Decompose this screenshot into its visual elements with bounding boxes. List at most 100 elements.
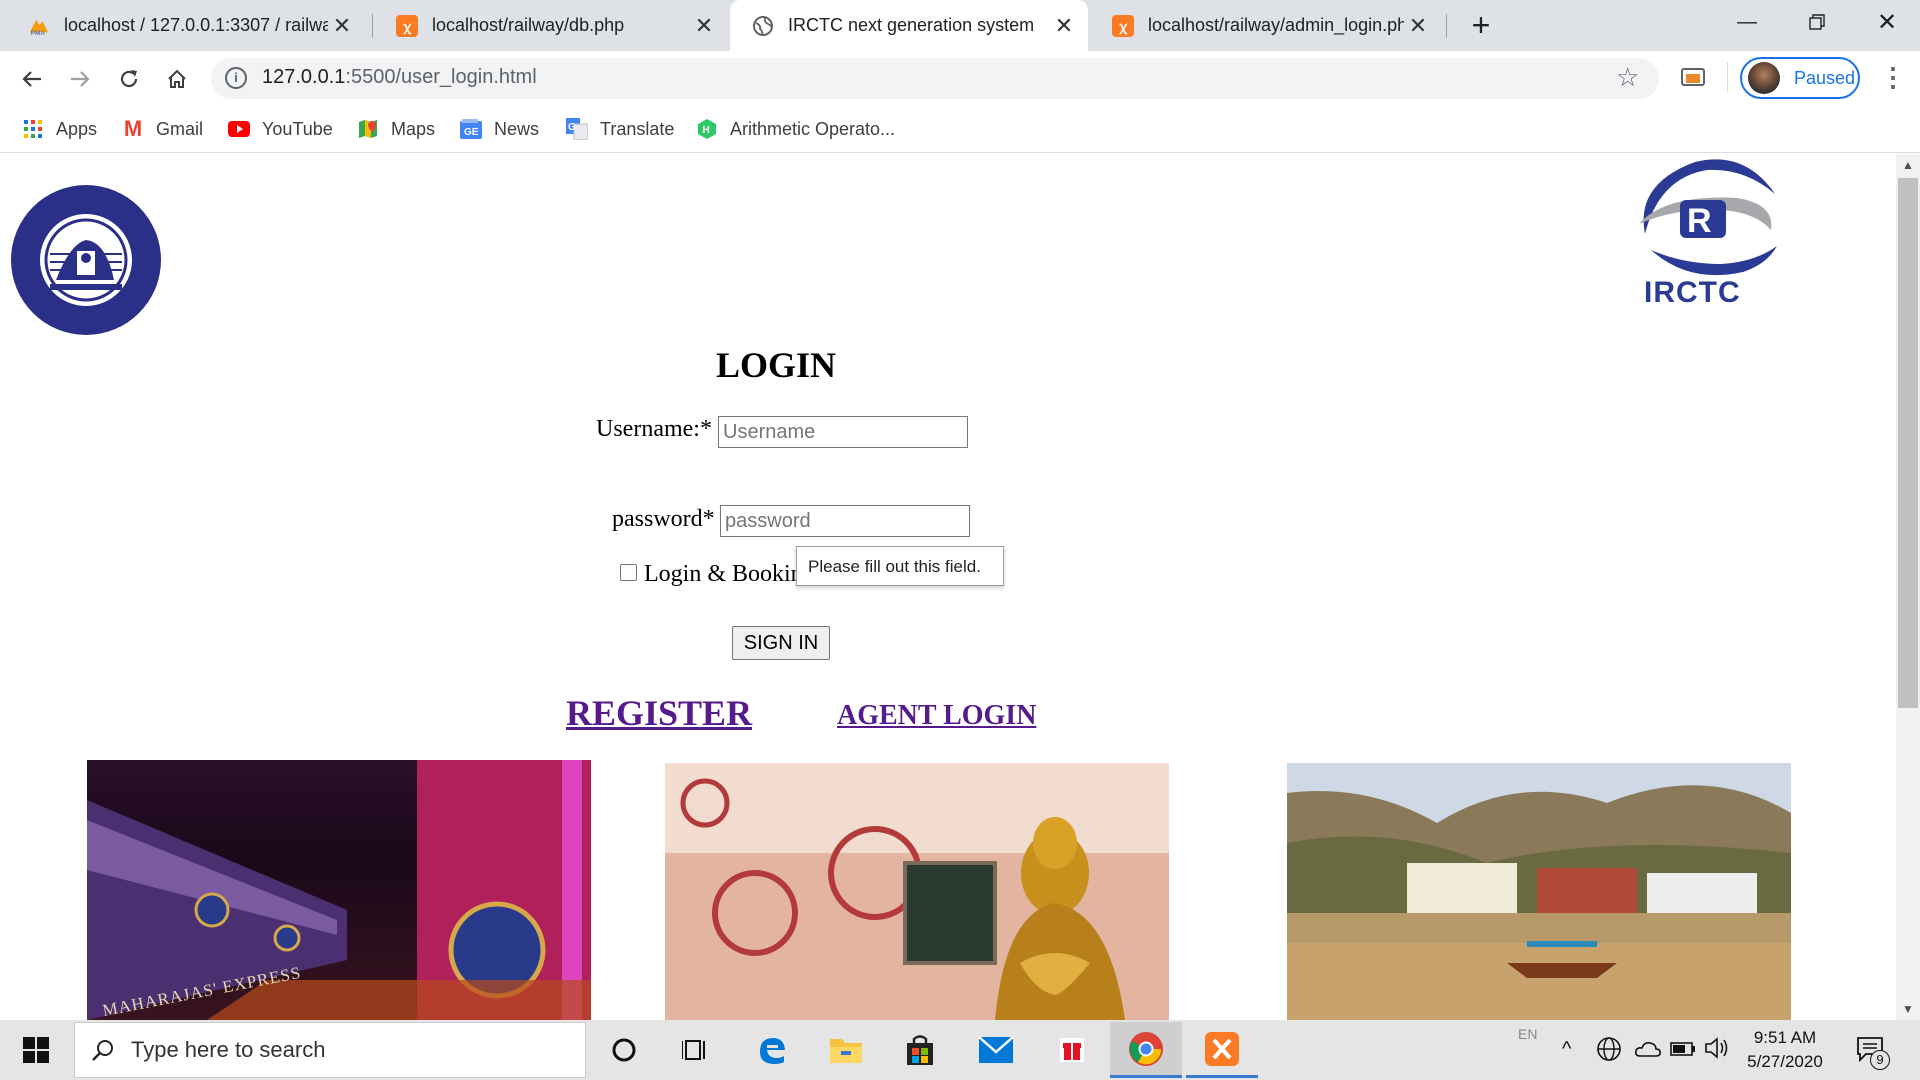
bookmark-translate[interactable]: G Translate <box>566 114 674 144</box>
bookmark-youtube[interactable]: YouTube <box>228 114 333 144</box>
password-input[interactable] <box>720 505 970 537</box>
search-icon <box>75 1038 131 1062</box>
minimize-button[interactable]: — <box>1712 0 1782 44</box>
validation-tooltip: Please fill out this field. <box>796 546 1004 586</box>
buddhist-circuit-train-photo <box>665 763 1169 1020</box>
info-icon[interactable]: i <box>225 67 247 89</box>
url-text[interactable]: 127.0.0.1:5500/user_login.html <box>262 66 537 89</box>
reload-button[interactable] <box>109 51 149 106</box>
svg-text:PMA: PMA <box>31 30 46 37</box>
taskbar-search[interactable]: Type here to search <box>74 1022 586 1078</box>
globe-icon <box>752 15 774 37</box>
tab-phpmyadmin[interactable]: PMA localhost / 127.0.0.1:3307 / railwa … <box>6 0 366 51</box>
close-icon[interactable]: ✕ <box>690 13 718 39</box>
profile-status: Paused <box>1794 67 1856 88</box>
agent-login-link[interactable]: AGENT LOGIN <box>837 700 1036 732</box>
battery-icon[interactable] <box>1670 1040 1696 1063</box>
otp-checkbox[interactable] <box>620 564 637 581</box>
bookmark-label: News <box>494 118 540 139</box>
bookmark-arithmetic[interactable]: H Arithmetic Operato... <box>696 114 895 144</box>
close-icon[interactable]: ✕ <box>1404 13 1432 39</box>
close-icon[interactable]: ✕ <box>1050 13 1078 39</box>
action-center-icon[interactable]: 9 <box>1856 1036 1890 1070</box>
start-button[interactable] <box>0 1022 72 1078</box>
tab-separator <box>372 14 373 38</box>
bookmark-maps[interactable]: Maps <box>357 114 435 144</box>
news-icon: GE <box>460 118 482 140</box>
file-explorer-icon[interactable] <box>810 1022 882 1078</box>
translate-icon: G <box>566 118 588 140</box>
scroll-up-icon[interactable]: ▲ <box>1902 158 1914 172</box>
irctc-logo-text: IRCTC <box>1644 276 1741 309</box>
cast-icon[interactable] <box>1680 66 1706 90</box>
chrome-icon[interactable] <box>1110 1022 1182 1078</box>
bookmark-label: Apps <box>56 118 98 139</box>
gift-icon[interactable] <box>1036 1022 1108 1078</box>
svg-text:G: G <box>568 122 576 133</box>
bookmark-star-icon[interactable]: ☆ <box>1616 62 1639 93</box>
show-hidden-icons-icon[interactable]: ^ <box>1562 1038 1571 1061</box>
store-icon[interactable] <box>884 1022 956 1078</box>
clock[interactable]: 9:51 AM 5/27/2020 <box>1740 1026 1830 1074</box>
xampp-icon: ꭓ <box>396 14 418 37</box>
onedrive-icon[interactable] <box>1634 1038 1662 1065</box>
scrollbar-thumb[interactable] <box>1898 178 1918 708</box>
screen: PMA localhost / 127.0.0.1:3307 / railwa … <box>0 0 1920 1080</box>
bookmark-gmail[interactable]: M Gmail <box>122 114 203 144</box>
phpmyadmin-icon: PMA <box>28 15 50 37</box>
tab-db-php[interactable]: ꭓ localhost/railway/db.php ✕ <box>374 0 728 51</box>
cortana-button[interactable] <box>588 1022 660 1078</box>
hackerrank-icon: H <box>696 118 718 140</box>
irctc-logo: R IRCTC <box>1625 154 1785 310</box>
bookmark-news[interactable]: GE News <box>460 114 539 144</box>
bookmark-label: YouTube <box>262 118 333 139</box>
forward-button[interactable] <box>60 51 100 106</box>
edge-icon[interactable] <box>736 1022 808 1078</box>
password-label: password* <box>612 506 715 532</box>
gmail-icon: M <box>123 116 143 141</box>
maps-icon <box>357 118 379 140</box>
new-tab-button[interactable]: + <box>1462 6 1500 44</box>
avatar <box>1748 62 1780 94</box>
tab-irctc[interactable]: IRCTC next generation system ✕ <box>730 0 1088 51</box>
url-host: 127.0.0.1 <box>262 66 346 88</box>
bookmark-apps[interactable]: Apps <box>22 114 97 144</box>
tab-admin-login[interactable]: ꭓ localhost/railway/admin_login.ph ✕ <box>1090 0 1442 51</box>
svg-text:R: R <box>1687 202 1712 240</box>
xampp-taskbar-icon[interactable] <box>1186 1022 1258 1078</box>
mail-icon[interactable] <box>960 1022 1032 1078</box>
svg-text:GE: GE <box>464 127 479 138</box>
tab-title: localhost / 127.0.0.1:3307 / railwa <box>64 15 328 35</box>
youtube-icon <box>228 118 250 140</box>
tab-title: IRCTC next generation system <box>788 15 1035 35</box>
home-button[interactable] <box>157 51 197 106</box>
clock-date: 5/27/2020 <box>1747 1052 1823 1071</box>
page-title: LOGIN <box>715 345 837 385</box>
tab-separator <box>1446 14 1447 38</box>
notification-badge: 9 <box>1870 1050 1890 1070</box>
sign-in-button[interactable]: SIGN IN <box>732 626 830 660</box>
network-globe-icon[interactable] <box>1596 1036 1622 1067</box>
clock-time: 9:51 AM <box>1753 1028 1817 1047</box>
menu-icon[interactable]: ⋮ <box>1880 62 1906 93</box>
task-view-button[interactable] <box>660 1022 732 1078</box>
bookmark-label: Arithmetic Operato... <box>730 118 896 139</box>
volume-icon[interactable] <box>1704 1036 1732 1065</box>
apps-grid-icon <box>22 118 44 140</box>
username-input[interactable] <box>718 416 968 448</box>
xampp-icon: ꭓ <box>1112 14 1134 37</box>
close-icon[interactable]: ✕ <box>328 13 356 39</box>
page-viewport: R IRCTC LOGIN Username:* password* Login… <box>0 154 1896 1020</box>
restore-button[interactable] <box>1782 0 1852 44</box>
window-close-button[interactable]: ✕ <box>1852 0 1920 44</box>
indian-railways-logo <box>10 184 162 336</box>
register-link[interactable]: REGISTER <box>566 692 752 734</box>
scroll-down-icon[interactable]: ▼ <box>1902 1002 1914 1016</box>
profile-button[interactable]: Paused <box>1740 57 1860 99</box>
maharajas-express-photo: MAHARAJAS' EXPRESS <box>87 760 591 1020</box>
url-path: :5500/user_login.html <box>345 66 537 88</box>
language-indicator[interactable]: EN <box>1518 1026 1537 1042</box>
username-label: Username:* <box>596 416 712 442</box>
tab-title: localhost/railway/admin_login.ph <box>1148 15 1404 35</box>
back-button[interactable] <box>12 51 52 106</box>
